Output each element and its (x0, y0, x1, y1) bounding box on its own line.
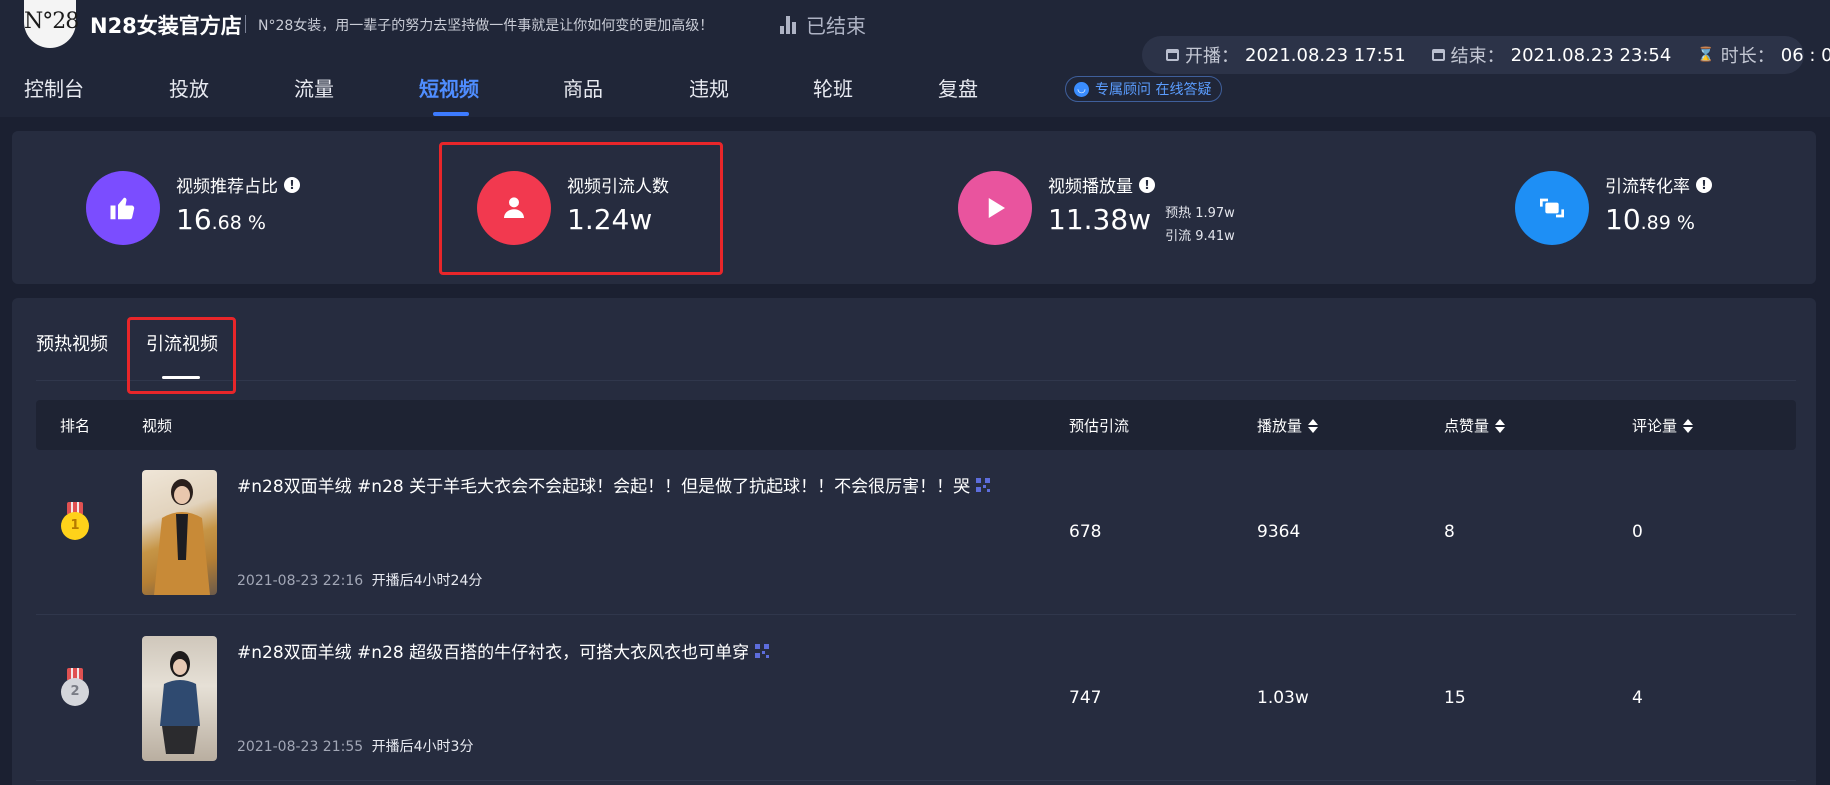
rank-number: 2 (61, 678, 89, 706)
col-video: 视频 (142, 417, 173, 435)
nav-active-indicator (433, 112, 469, 116)
top-header: N°28 N28女装官方店 N°28女装，用一辈子的努力去坚持做一件事就是让你如… (0, 0, 1830, 117)
comments-value: 4 (1632, 688, 1643, 708)
traffic-plays: 引流 9.41w (1165, 229, 1235, 244)
sort-icon[interactable] (1495, 418, 1506, 433)
col-likes[interactable]: 点赞量 (1444, 415, 1506, 436)
col-comments[interactable]: 评论量 (1632, 415, 1694, 436)
stat-label: 引流转化率 (1605, 177, 1690, 197)
video-thumbnail[interactable] (142, 636, 217, 761)
nav-dashboard[interactable]: 控制台 (24, 73, 84, 102)
video-meta: 2021-08-23 22:16 开播后4小时24分 (237, 570, 482, 590)
header-divider (245, 15, 246, 33)
comments-value: 0 (1632, 522, 1643, 542)
live-status: 已结束 (780, 10, 866, 39)
highlight-box-traffic-tab (127, 317, 236, 394)
gold-medal-icon: 1 (60, 502, 90, 540)
stat-value: 16.68 % (176, 203, 266, 236)
plays-value: 9364 (1257, 522, 1301, 542)
start-time-label: 开播： (1185, 46, 1239, 67)
nav-violations[interactable]: 违规 (689, 73, 729, 102)
highlight-box-traffic-users (439, 142, 723, 275)
start-time: 开播： 2021.08.23 17:51 (1166, 42, 1406, 68)
video-meta: 2021-08-23 21:55 开播后4小时3分 (237, 736, 473, 756)
nav-products[interactable]: 商品 (563, 73, 603, 102)
stats-panel: 视频推荐占比! 16.68 % 视频引流人数 1.24w 视频播放量! 11.3… (12, 131, 1816, 284)
stat-label: 视频推荐占比 (176, 177, 278, 197)
table-row[interactable]: 1 #n28双面羊绒 #n28 关于羊毛大衣会不会起球！会起！！但是做了抗起球！… (36, 450, 1796, 615)
stat-label: 视频播放量 (1048, 177, 1133, 197)
thumbs-up-icon (86, 171, 160, 245)
est-traffic-value: 747 (1069, 688, 1102, 708)
nav-short-video[interactable]: 短视频 (419, 73, 479, 102)
publish-date: 2021-08-23 21:55 (237, 739, 364, 755)
hourglass-icon: ⌛ (1697, 47, 1715, 63)
store-logo[interactable]: N°28 (24, 0, 79, 48)
play-icon (958, 171, 1032, 245)
video-title[interactable]: #n28双面羊绒 #n28 超级百搭的牛仔衬衣，可搭大衣风衣也可单穿 (237, 638, 770, 663)
tab-preheat-video[interactable]: 预热视频 (36, 330, 108, 356)
stat-breakdown: 预热 1.97w 引流 9.41w (1165, 202, 1235, 248)
preheat-plays: 预热 1.97w (1165, 206, 1235, 221)
table-header: 排名 视频 预估引流 播放量 点赞量 评论量 (36, 400, 1796, 450)
likes-value: 15 (1444, 688, 1466, 708)
sort-icon[interactable] (1308, 418, 1319, 433)
publish-date: 2021-08-23 22:16 (237, 573, 364, 589)
stat-value: 11.38w (1048, 203, 1152, 236)
table-row[interactable]: 2 #n28双面羊绒 #n28 超级百搭的牛仔衬衣，可搭大衣风衣也可单穿 202… (36, 616, 1796, 781)
end-time-value: 2021.08.23 23:54 (1510, 44, 1672, 66)
advisor-label: 专属顾问 在线答疑 (1095, 82, 1212, 98)
video-title[interactable]: #n28双面羊绒 #n28 关于羊毛大衣会不会起球！会起！！但是做了抗起球！！不… (237, 472, 991, 497)
est-traffic-value: 678 (1069, 522, 1102, 542)
col-plays[interactable]: 播放量 (1257, 415, 1319, 436)
publish-offset: 开播后4小时3分 (371, 739, 474, 755)
nav-ads[interactable]: 投放 (169, 73, 209, 102)
info-icon[interactable]: ! (284, 176, 300, 193)
calendar-icon (1166, 49, 1179, 61)
publish-offset: 开播后4小时24分 (371, 573, 483, 589)
chat-icon: ◡ (1074, 81, 1089, 97)
end-time: 结束： 2021.08.23 23:54 (1431, 42, 1672, 68)
nav-traffic[interactable]: 流量 (294, 73, 334, 102)
duration-value: 06 : 03 (1780, 44, 1830, 66)
bar-chart-icon (780, 15, 796, 34)
plays-value: 1.03w (1257, 688, 1309, 708)
qr-code-icon[interactable] (976, 477, 991, 492)
info-icon[interactable]: ! (1139, 176, 1155, 193)
stat-conversion-rate: 引流转化率! 10.89 % (1515, 171, 1712, 245)
stat-value: 10.89 % (1605, 203, 1695, 236)
sort-icon[interactable] (1683, 418, 1694, 433)
silver-medal-icon: 2 (60, 668, 90, 706)
advisor-button[interactable]: ◡ 专属顾问 在线答疑 (1065, 76, 1223, 102)
end-time-label: 结束： (1450, 46, 1505, 67)
live-status-text: 已结束 (806, 14, 866, 38)
nav-shifts[interactable]: 轮班 (813, 73, 853, 102)
duration: ⌛ 时长： 06 : 03 (1697, 42, 1830, 68)
nav-review[interactable]: 复盘 (938, 73, 978, 102)
tab-divider (36, 380, 1796, 381)
shop-slogan: N°28女装，用一辈子的努力去坚持做一件事就是让你如何变的更加高级！ (258, 18, 714, 34)
stat-recommend-ratio: 视频推荐占比! 16.68 % (86, 171, 300, 245)
video-list-panel: 预热视频 引流视频 排名 视频 预估引流 播放量 点赞量 评论量 1 #n28双… (12, 298, 1816, 785)
qr-code-icon[interactable] (755, 643, 770, 658)
convert-icon (1515, 171, 1589, 245)
col-rank: 排名 (60, 417, 91, 435)
start-time-value: 2021.08.23 17:51 (1245, 44, 1406, 66)
rank-number: 1 (61, 512, 89, 540)
likes-value: 8 (1444, 522, 1455, 542)
col-est-traffic: 预估引流 (1069, 417, 1130, 435)
info-icon[interactable]: ! (1696, 176, 1712, 193)
shop-name[interactable]: N28女装官方店 (90, 10, 242, 40)
calendar-icon (1431, 49, 1445, 61)
stat-video-plays: 视频播放量! 11.38w 预热 1.97w 引流 9.41w (958, 171, 1235, 248)
duration-label: 时长： (1720, 46, 1775, 67)
video-thumbnail[interactable] (142, 470, 217, 595)
